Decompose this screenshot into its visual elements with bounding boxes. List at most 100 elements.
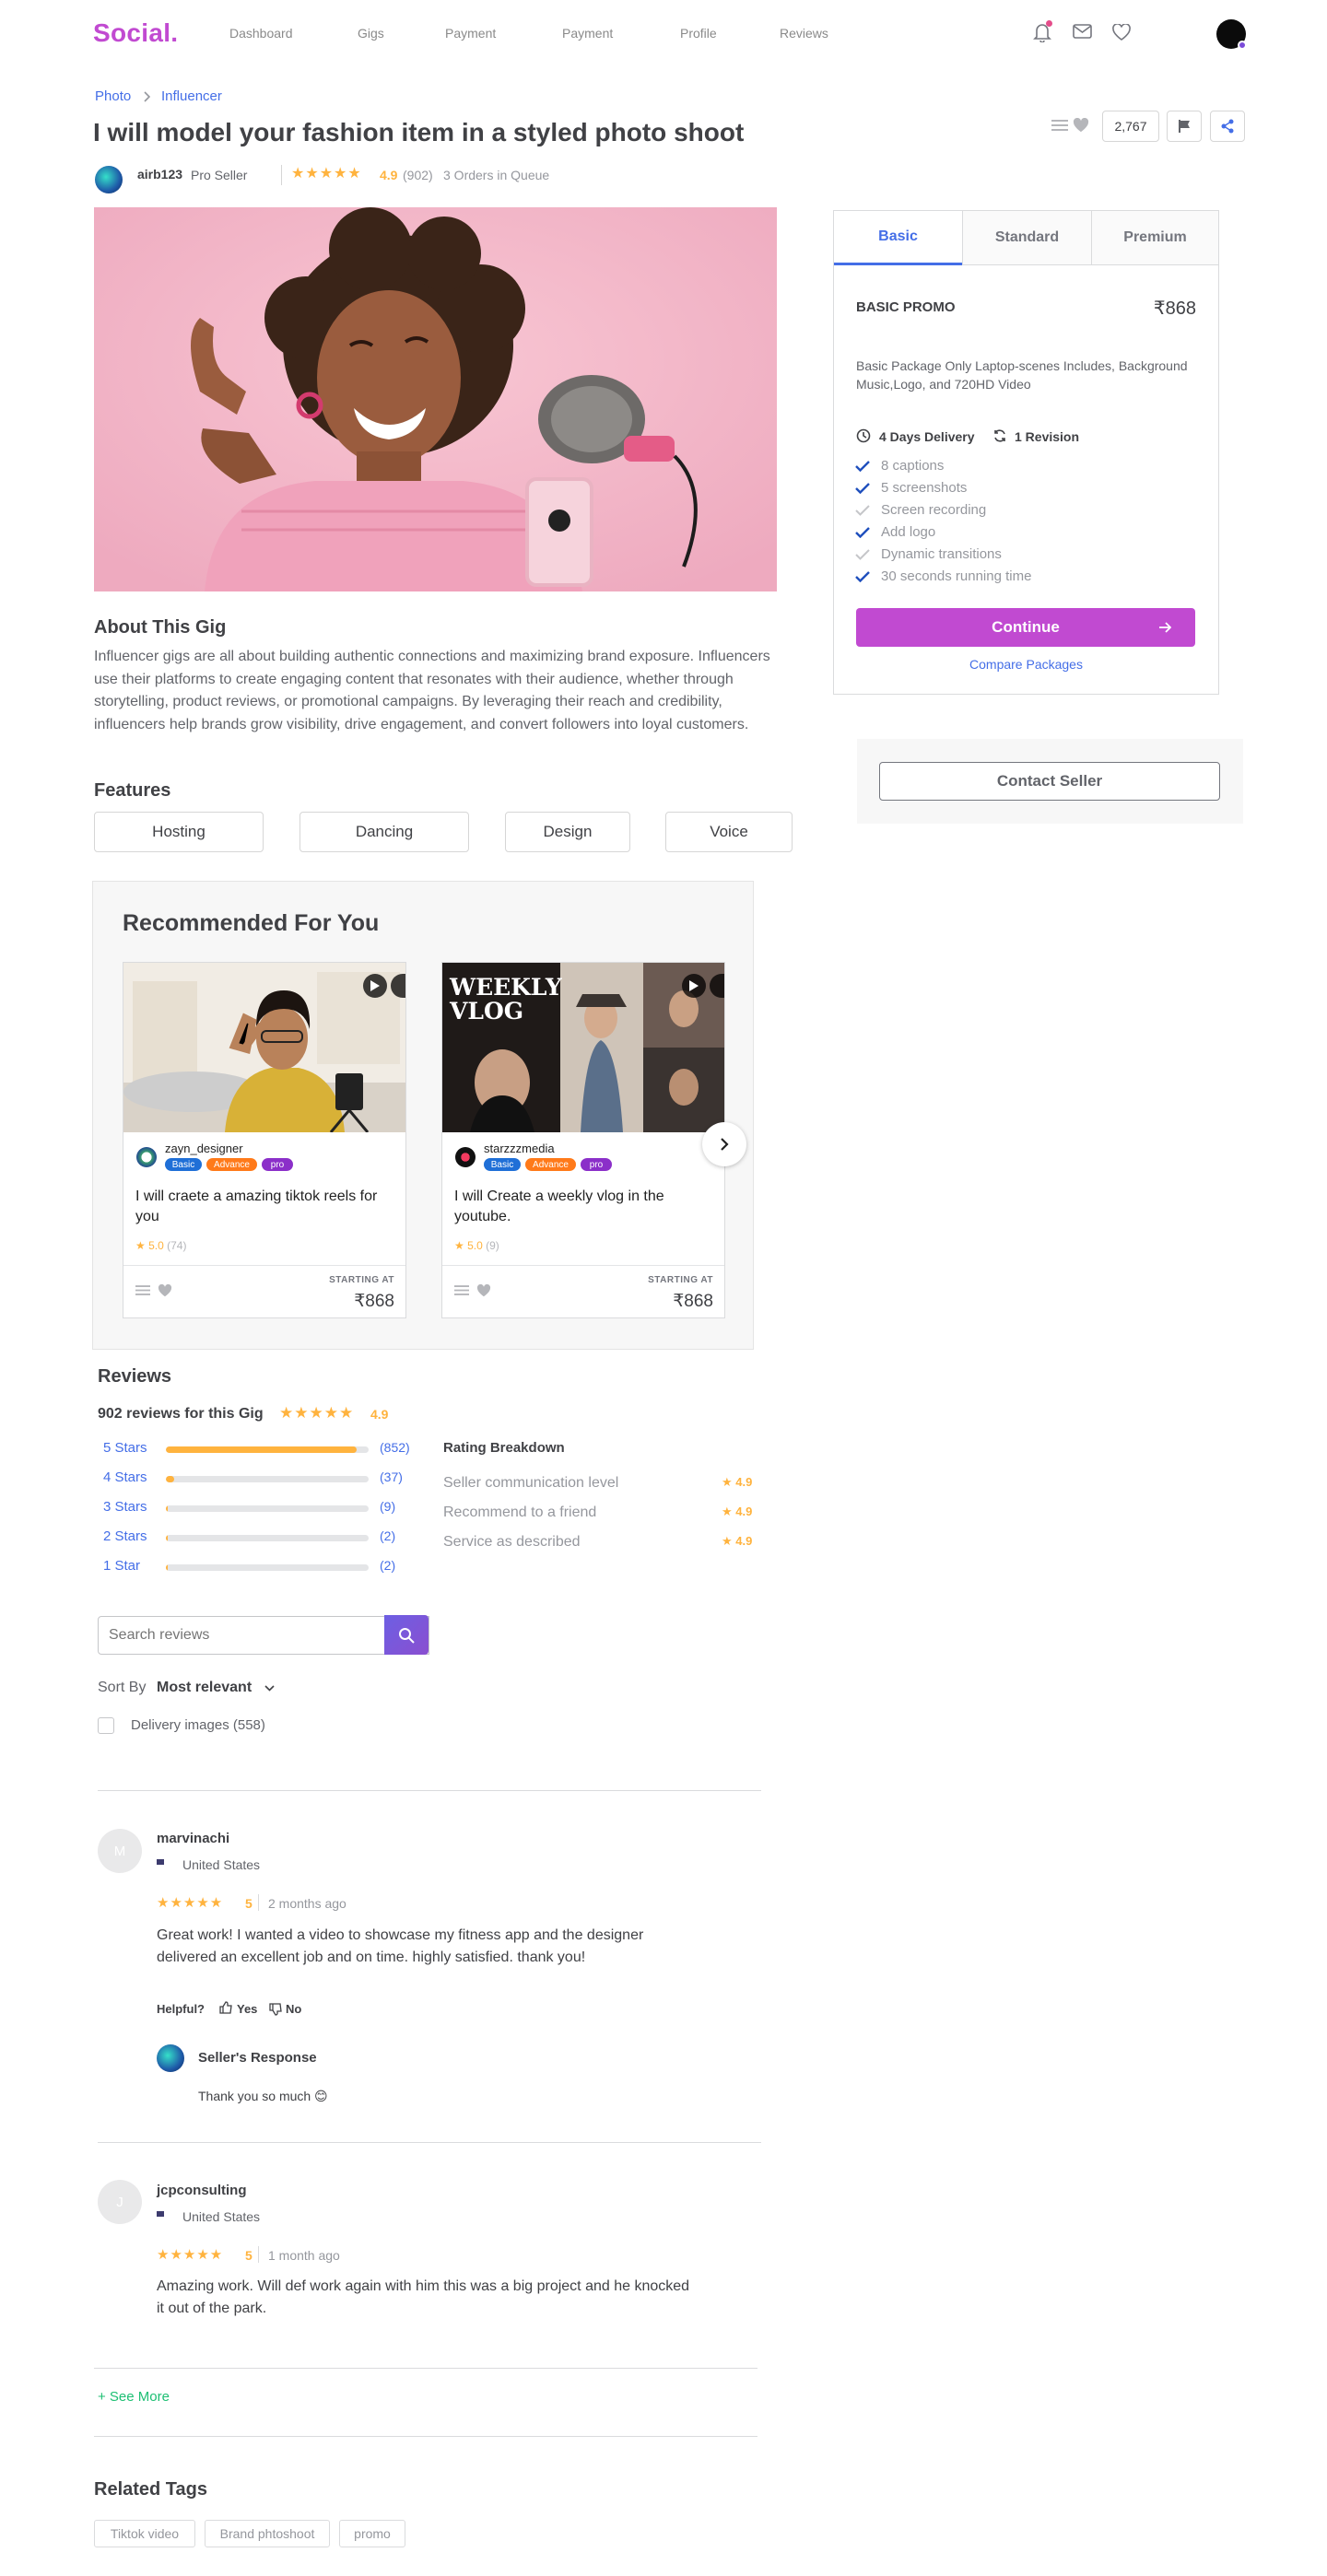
tag-tiktok-video[interactable]: Tiktok video <box>94 2520 195 2547</box>
package-feature-label: 8 captions <box>881 458 945 474</box>
package-feature-label: 30 seconds running time <box>881 568 1032 584</box>
helpful-yes[interactable]: Yes <box>237 2002 257 2016</box>
breakdown-communication-score: 4.9 <box>735 1475 753 1489</box>
flag-icon <box>1177 119 1192 134</box>
card-rating: ★ 5.0 (74) <box>135 1239 186 1252</box>
sort-dropdown[interactable]: Most relevant <box>157 1680 252 1696</box>
brand-logo[interactable]: Social. <box>93 18 178 48</box>
review-time: 2 months ago <box>268 1896 346 1911</box>
reviewer-name[interactable]: marvinachi <box>157 1831 229 1846</box>
breadcrumb-influencer[interactable]: Influencer <box>161 88 222 104</box>
list-icon[interactable] <box>454 1284 469 1296</box>
favorite-heart-icon[interactable] <box>476 1284 491 1297</box>
rating-filter-1[interactable]: 1 Star <box>103 1558 140 1574</box>
feature-hosting[interactable]: Hosting <box>94 812 264 852</box>
check-muted-icon <box>855 504 870 516</box>
delivery-images-checkbox[interactable] <box>98 1717 114 1734</box>
search-reviews-input[interactable] <box>99 1617 380 1654</box>
share-icon <box>1220 119 1235 134</box>
nav-reviews[interactable]: Reviews <box>780 26 828 41</box>
divider <box>442 1265 724 1266</box>
rating-filter-3[interactable]: 3 Stars <box>103 1499 147 1515</box>
package-feature: 5 screenshots <box>855 480 967 496</box>
feature-voice[interactable]: Voice <box>665 812 793 852</box>
seller-name[interactable]: airb123 <box>137 167 182 181</box>
mail-icon[interactable] <box>1073 24 1092 39</box>
thumbs-down-icon[interactable] <box>269 2003 282 2016</box>
card-username[interactable]: starzzzmedia <box>484 1142 555 1155</box>
divider <box>281 165 282 185</box>
search-button[interactable] <box>384 1615 429 1655</box>
reviews-summary: 902 reviews for this Gig <box>98 1406 264 1422</box>
rating-count: (902) <box>403 168 433 182</box>
favorite-heart-icon[interactable] <box>1073 118 1089 133</box>
heart-icon[interactable] <box>1112 24 1131 41</box>
package-feature: Dynamic transitions <box>855 546 1002 562</box>
delivery-time: 4 Days Delivery <box>879 429 975 444</box>
compare-packages-link[interactable]: Compare Packages <box>834 657 1218 672</box>
divider <box>94 2436 757 2437</box>
online-status-dot <box>1238 41 1247 50</box>
seller-logo[interactable] <box>95 166 123 193</box>
report-button[interactable] <box>1167 111 1202 142</box>
feature-dancing[interactable]: Dancing <box>299 812 469 852</box>
nav-payment-2[interactable]: Payment <box>562 26 613 41</box>
rating-filter-5[interactable]: 5 Stars <box>103 1440 147 1456</box>
play-icon[interactable] <box>682 974 706 998</box>
badge-basic: Basic <box>484 1158 521 1171</box>
package-description: Basic Package Only Laptop-scenes Include… <box>856 358 1188 392</box>
thumbnail-text: WEEKLY VLOG <box>450 974 562 1025</box>
divider <box>258 1894 259 1911</box>
breakdown-communication: Seller communication level <box>443 1475 619 1491</box>
carousel-next-button[interactable] <box>702 1122 746 1166</box>
related-tags-heading: Related Tags <box>94 2479 207 2500</box>
contact-seller-button[interactable]: Contact Seller <box>879 762 1220 801</box>
rating-filter-2[interactable]: 2 Stars <box>103 1528 147 1544</box>
see-more-link[interactable]: + See More <box>98 2389 170 2405</box>
package-feature: Screen recording <box>855 502 986 518</box>
card-title[interactable]: I will Create a weekly vlog in the youtu… <box>454 1187 712 1227</box>
thumbs-up-icon[interactable] <box>219 2001 232 2014</box>
tag-promo[interactable]: promo <box>339 2520 405 2547</box>
card-rating-value: 5.0 <box>148 1239 164 1252</box>
list-icon[interactable] <box>135 1284 150 1296</box>
card-price: ₹868 <box>354 1292 394 1311</box>
helpful-no[interactable]: No <box>286 2002 301 2016</box>
nav-profile[interactable]: Profile <box>680 26 717 41</box>
nav-payment[interactable]: Payment <box>445 26 496 41</box>
breakdown-service-value: ★ 4.9 <box>722 1534 753 1548</box>
play-icon[interactable] <box>363 974 387 998</box>
star-icon: ★ <box>135 1239 146 1252</box>
card-title[interactable]: I will craete a amazing tiktok reels for… <box>135 1187 393 1227</box>
tab-premium[interactable]: Premium <box>1091 211 1218 265</box>
breadcrumb-photo[interactable]: Photo <box>95 88 131 104</box>
helpful-label: Helpful? <box>157 2002 205 2016</box>
card-username[interactable]: zayn_designer <box>165 1142 243 1155</box>
breakdown-recommend: Recommend to a friend <box>443 1505 597 1520</box>
favorite-heart-icon[interactable] <box>158 1284 172 1297</box>
rating-filter-4[interactable]: 4 Stars <box>103 1469 147 1485</box>
list-icon[interactable] <box>1051 119 1068 132</box>
gig-card[interactable]: zayn_designer Basic Advance pro I will c… <box>123 962 406 1318</box>
chevron-down-icon[interactable] <box>264 1685 275 1692</box>
badge-basic: Basic <box>165 1158 202 1171</box>
feature-design[interactable]: Design <box>505 812 630 852</box>
nav-gigs[interactable]: Gigs <box>358 26 384 41</box>
continue-button[interactable]: Continue <box>856 608 1195 647</box>
rating-count-4: (37) <box>380 1469 403 1484</box>
user-logo <box>136 1147 157 1167</box>
share-button[interactable] <box>1210 111 1245 142</box>
tab-basic[interactable]: Basic <box>834 211 962 265</box>
reviewer-name[interactable]: jcpconsulting <box>157 2183 247 2198</box>
seller-response-title: Seller's Response <box>198 2050 317 2066</box>
summary-rating: 4.9 <box>370 1407 389 1422</box>
reviewer-avatar: M <box>98 1829 142 1873</box>
tag-brand-photoshoot[interactable]: Brand phtoshoot <box>205 2520 330 2547</box>
tab-standard[interactable]: Standard <box>962 211 1091 265</box>
review-text: Great work! I wanted a video to showcase… <box>157 1927 644 1965</box>
gig-card[interactable]: WEEKLY VLOG starzzzmedia Basic Advance p… <box>441 962 725 1318</box>
features-heading: Features <box>94 780 171 801</box>
review-stars: ★★★★★ <box>157 1895 224 1911</box>
rating-bar-4 <box>166 1476 369 1482</box>
nav-dashboard[interactable]: Dashboard <box>229 26 293 41</box>
